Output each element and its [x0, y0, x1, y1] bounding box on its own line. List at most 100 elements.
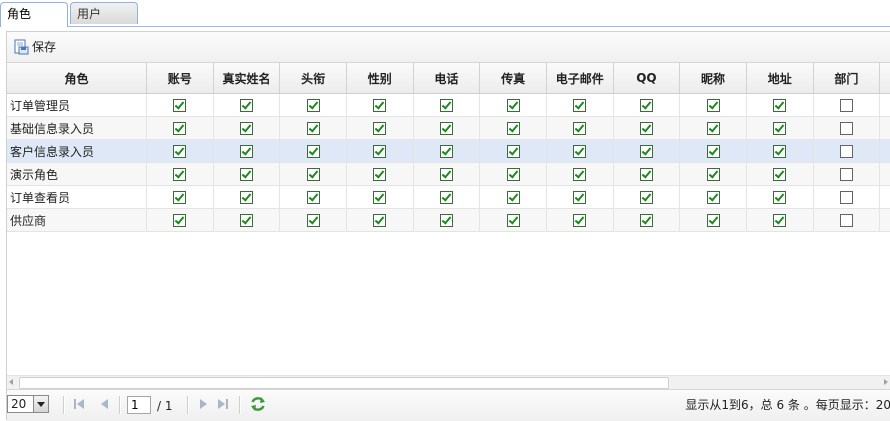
permission-checkbox[interactable] [506, 145, 520, 158]
permission-checkbox[interactable] [706, 214, 720, 227]
permission-checkbox[interactable] [506, 122, 520, 135]
permission-checkbox[interactable] [173, 122, 187, 135]
permission-checkbox[interactable] [239, 99, 253, 112]
scroll-left-icon[interactable] [9, 379, 13, 385]
column-header[interactable]: 部门 [813, 63, 881, 94]
permission-checkbox[interactable] [239, 168, 253, 181]
permission-checkbox[interactable] [173, 145, 187, 158]
permission-checkbox[interactable] [173, 214, 187, 227]
permission-checkbox[interactable] [573, 145, 587, 158]
permission-checkbox[interactable] [639, 191, 653, 204]
save-button[interactable]: 保存 [12, 37, 59, 57]
permission-checkbox[interactable] [639, 99, 653, 112]
first-page-icon[interactable] [73, 398, 85, 410]
permission-checkbox[interactable] [706, 168, 720, 181]
permission-checkbox[interactable] [639, 145, 653, 158]
next-page-icon[interactable] [197, 398, 209, 410]
permission-checkbox[interactable] [839, 214, 853, 227]
permission-checkbox[interactable] [573, 214, 587, 227]
table-row[interactable]: 供应商 [7, 208, 890, 232]
permission-checkbox[interactable] [839, 168, 853, 181]
prev-page-icon[interactable] [99, 398, 111, 410]
permission-checkbox[interactable] [373, 145, 387, 158]
permission-checkbox[interactable] [173, 99, 187, 112]
permission-checkbox[interactable] [706, 99, 720, 112]
column-header[interactable]: 真实姓名 [213, 63, 281, 94]
permission-checkbox[interactable] [773, 214, 787, 227]
permission-checkbox[interactable] [373, 99, 387, 112]
table-row[interactable]: 订单管理员 [7, 93, 890, 117]
chevron-down-icon[interactable] [33, 396, 48, 412]
permission-checkbox[interactable] [506, 99, 520, 112]
permission-checkbox[interactable] [306, 145, 320, 158]
permission-checkbox[interactable] [706, 191, 720, 204]
column-header[interactable]: 昵称 [679, 63, 747, 94]
permission-checkbox[interactable] [506, 191, 520, 204]
tab-roles[interactable]: 角色 [0, 2, 68, 27]
permission-checkbox[interactable] [439, 191, 453, 204]
permission-checkbox[interactable] [439, 99, 453, 112]
table-row[interactable]: 订单查看员 [7, 185, 890, 209]
scroll-right-icon[interactable] [884, 379, 888, 385]
permission-checkbox[interactable] [506, 168, 520, 181]
page-number-input[interactable] [127, 396, 151, 414]
column-header[interactable]: 角色 [7, 63, 147, 94]
permission-checkbox[interactable] [373, 168, 387, 181]
permission-checkbox[interactable] [773, 168, 787, 181]
permission-checkbox[interactable] [773, 145, 787, 158]
permission-checkbox[interactable] [839, 122, 853, 135]
permission-checkbox[interactable] [373, 122, 387, 135]
column-header[interactable]: 电子邮件 [546, 63, 614, 94]
column-header[interactable]: 密 [879, 63, 890, 94]
permission-checkbox[interactable] [306, 99, 320, 112]
permission-checkbox[interactable] [706, 145, 720, 158]
permission-checkbox[interactable] [439, 145, 453, 158]
column-header[interactable]: 账号 [146, 63, 214, 94]
permission-checkbox[interactable] [373, 191, 387, 204]
permission-checkbox[interactable] [573, 191, 587, 204]
horizontal-scrollbar[interactable] [7, 375, 890, 389]
table-row[interactable]: 演示角色 [7, 162, 890, 186]
permission-checkbox[interactable] [639, 122, 653, 135]
permission-checkbox[interactable] [306, 168, 320, 181]
permission-checkbox[interactable] [306, 122, 320, 135]
permission-checkbox[interactable] [573, 99, 587, 112]
tab-users[interactable]: 用户 [70, 2, 138, 24]
refresh-icon[interactable] [249, 395, 267, 413]
permission-checkbox[interactable] [439, 168, 453, 181]
column-header[interactable]: QQ [613, 63, 681, 94]
permission-checkbox[interactable] [239, 122, 253, 135]
permission-checkbox[interactable] [506, 214, 520, 227]
permission-checkbox[interactable] [239, 191, 253, 204]
permission-checkbox[interactable] [773, 99, 787, 112]
permission-checkbox[interactable] [239, 145, 253, 158]
page-size-select[interactable]: 20 [7, 395, 49, 413]
table-row[interactable]: 客户信息录入员 [7, 139, 890, 163]
permission-checkbox[interactable] [373, 214, 387, 227]
permission-checkbox[interactable] [439, 122, 453, 135]
permission-checkbox[interactable] [639, 168, 653, 181]
permission-checkbox[interactable] [239, 214, 253, 227]
permission-checkbox[interactable] [306, 191, 320, 204]
permission-checkbox[interactable] [839, 145, 853, 158]
last-page-icon[interactable] [217, 398, 229, 410]
permission-checkbox[interactable] [173, 191, 187, 204]
table-row[interactable]: 基础信息录入员 [7, 116, 890, 140]
permission-checkbox[interactable] [839, 99, 853, 112]
permission-checkbox[interactable] [573, 168, 587, 181]
column-header[interactable]: 头衔 [279, 63, 347, 94]
permission-checkbox[interactable] [839, 191, 853, 204]
column-header[interactable]: 传真 [479, 63, 547, 94]
permission-checkbox[interactable] [173, 168, 187, 181]
permission-checkbox[interactable] [773, 122, 787, 135]
permission-checkbox[interactable] [706, 122, 720, 135]
permission-checkbox[interactable] [306, 214, 320, 227]
column-header[interactable]: 地址 [746, 63, 814, 94]
permission-checkbox[interactable] [639, 214, 653, 227]
column-header[interactable]: 性别 [346, 63, 414, 94]
permission-checkbox[interactable] [573, 122, 587, 135]
scrollbar-thumb[interactable] [19, 377, 669, 389]
permission-checkbox[interactable] [439, 214, 453, 227]
permission-checkbox[interactable] [773, 191, 787, 204]
column-header[interactable]: 电话 [413, 63, 481, 94]
